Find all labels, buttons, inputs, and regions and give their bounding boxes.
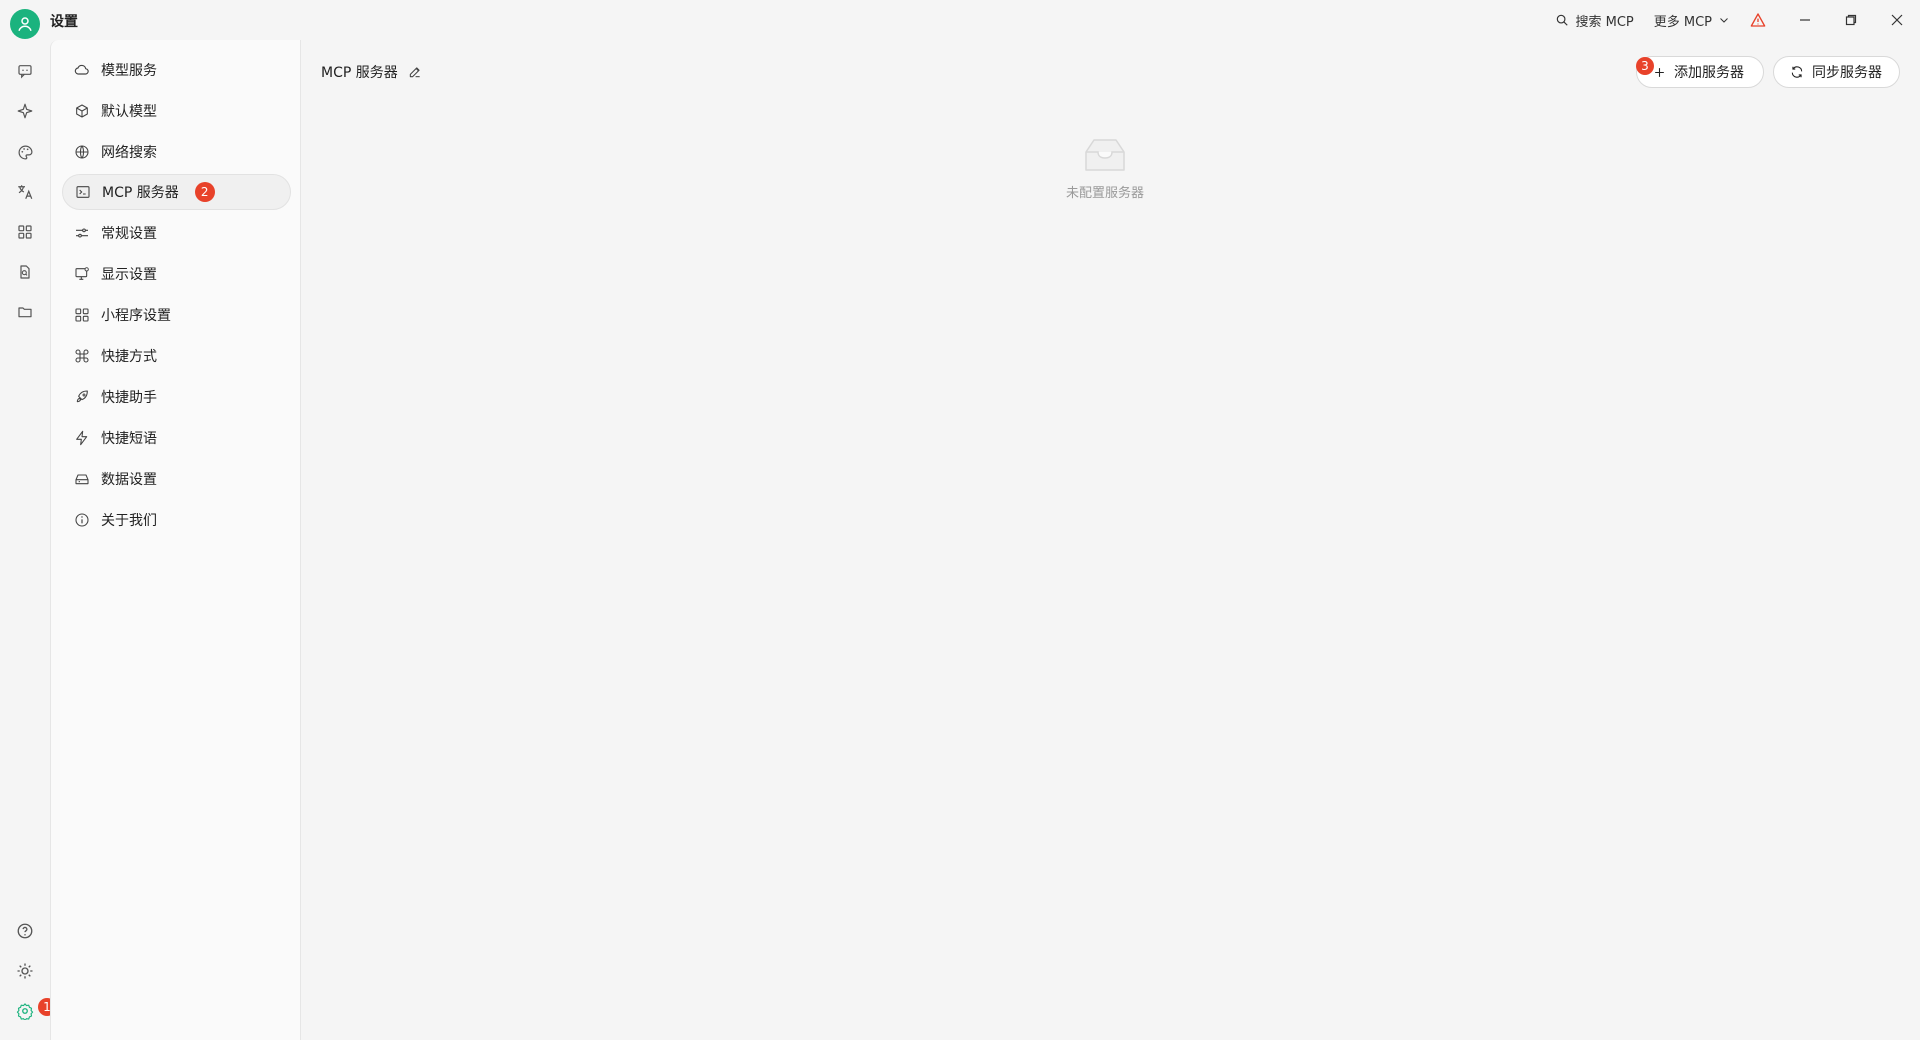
nav-item-label: 关于我们 [101, 513, 157, 529]
nav-item-about[interactable]: 关于我们 [62, 502, 291, 538]
empty-state: 未配置服务器 [1055, 136, 1155, 201]
nav-item-general-settings[interactable]: 常规设置 [62, 215, 291, 251]
drive-icon [73, 470, 91, 488]
nav-item-label: 快捷方式 [101, 349, 157, 365]
theme-icon[interactable] [12, 958, 38, 984]
sync-server-label: 同步服务器 [1812, 65, 1882, 81]
translate-icon[interactable] [12, 179, 38, 205]
page-header: MCP 服务器 [321, 62, 422, 82]
nav-item-label: 网络搜索 [101, 145, 157, 161]
sparkle-icon[interactable] [12, 98, 38, 124]
title-bar-actions: 搜索 MCP 更多 MCP [1545, 0, 1920, 40]
chevron-down-icon [1720, 18, 1728, 23]
window-title: 设置 [50, 14, 78, 30]
nav-item-web-search[interactable]: 网络搜索 [62, 134, 291, 170]
rocket-icon [73, 388, 91, 406]
monitor-icon [73, 265, 91, 283]
search-mcp-button[interactable]: 搜索 MCP [1545, 0, 1643, 40]
cube-icon [73, 102, 91, 120]
nav-item-label: 默认模型 [101, 104, 157, 120]
nav-item-mcp-servers[interactable]: MCP 服务器 2 [62, 174, 291, 210]
nav-item-label: 快捷短语 [101, 431, 157, 447]
add-server-label: 添加服务器 [1674, 65, 1744, 81]
main-content: MCP 服务器 添加服务器 3 同步服务器 未配置服务器 [301, 40, 1920, 1040]
empty-state-text: 未配置服务器 [1065, 186, 1144, 201]
nav-item-label: 显示设置 [101, 267, 157, 283]
nav-item-data-settings[interactable]: 数据设置 [62, 461, 291, 497]
search-icon [1557, 14, 1569, 26]
plus-icon [1655, 67, 1664, 77]
close-button[interactable] [1874, 0, 1920, 40]
sync-server-button[interactable]: 同步服务器 [1773, 56, 1900, 88]
restore-button[interactable] [1828, 0, 1874, 40]
add-server-button[interactable]: 添加服务器 [1636, 56, 1764, 88]
settings-sidebar: 模型服务 默认模型 网络搜索 MCP 服务器 2 常规设置 显示设置 小程序设置… [50, 40, 301, 1040]
nav-item-shortcuts[interactable]: 快捷方式 [62, 338, 291, 374]
title-bar: 设置 搜索 MCP 更多 MCP [0, 0, 1920, 40]
nav-item-label: 快捷助手 [101, 390, 157, 406]
nav-item-default-model[interactable]: 默认模型 [62, 93, 291, 129]
restore-icon [1845, 14, 1857, 26]
chat-icon[interactable] [12, 58, 38, 84]
mcp-badge: 2 [194, 182, 215, 202]
zap-icon [73, 429, 91, 447]
command-icon [73, 347, 91, 365]
palette-icon[interactable] [12, 139, 38, 165]
page-title: MCP 服务器 [321, 65, 398, 81]
close-icon [1891, 14, 1903, 26]
minimize-button[interactable] [1782, 0, 1828, 40]
more-mcp-label: 更多 MCP [1653, 14, 1712, 30]
sliders-icon [73, 224, 91, 242]
info-icon [73, 511, 91, 529]
nav-item-display-settings[interactable]: 显示设置 [62, 256, 291, 292]
icon-rail: 1 [0, 40, 56, 1040]
nav-item-quick-assistant[interactable]: 快捷助手 [62, 379, 291, 415]
settings-icon[interactable] [12, 998, 38, 1024]
edit-button[interactable] [408, 65, 422, 79]
cloud-icon [73, 61, 91, 79]
grid-icon [73, 306, 91, 324]
file-search-icon[interactable] [12, 259, 38, 285]
avatar[interactable] [10, 9, 40, 39]
terminal-icon [74, 183, 92, 201]
nav-item-label: 常规设置 [101, 226, 157, 242]
nav-item-label: 模型服务 [101, 63, 157, 79]
app-window: 设置 搜索 MCP 更多 MCP 1 模型服务 默认模型 网络搜索 MCP 服务… [0, 0, 1920, 1040]
nav-item-label: MCP 服务器 [102, 185, 179, 201]
globe-icon [73, 143, 91, 161]
more-mcp-dropdown[interactable]: 更多 MCP [1644, 0, 1740, 40]
help-icon[interactable] [12, 918, 38, 944]
nav-item-miniapp-settings[interactable]: 小程序设置 [62, 297, 291, 333]
folder-icon[interactable] [12, 299, 38, 325]
edit-icon [409, 67, 420, 78]
warning-button[interactable] [1740, 0, 1776, 40]
minimize-icon [1800, 19, 1810, 21]
search-mcp-label: 搜索 MCP [1575, 14, 1634, 30]
add-server-badge: 3 [1636, 57, 1654, 75]
apps-icon[interactable] [12, 219, 38, 245]
warning-icon [1750, 13, 1766, 27]
user-icon [18, 17, 32, 32]
refresh-icon [1791, 66, 1803, 78]
inbox-icon [1085, 139, 1125, 171]
nav-item-label: 小程序设置 [101, 308, 171, 324]
nav-item-quick-phrases[interactable]: 快捷短语 [62, 420, 291, 456]
nav-item-model-service[interactable]: 模型服务 [62, 52, 291, 88]
nav-item-label: 数据设置 [101, 472, 157, 488]
